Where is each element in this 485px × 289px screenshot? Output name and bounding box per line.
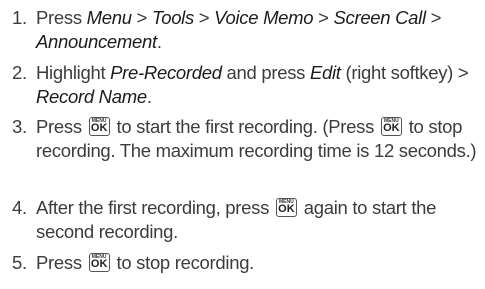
step-4: 4. After the first recording, press MENU…: [12, 196, 481, 244]
emphasized-term: Menu: [86, 7, 132, 28]
step-text-run: to stop recording.: [111, 252, 255, 273]
menu-ok-key-icon: MENU OK: [88, 253, 110, 272]
step-text-run: .: [146, 86, 152, 107]
step-text: After the first recording, press MENU OK …: [36, 196, 481, 244]
step-text: Highlight Pre-Recorded and press Edit (r…: [36, 61, 481, 109]
step-text-run: >: [193, 7, 215, 28]
menu-ok-key-icon: MENU OK: [380, 117, 402, 136]
step-text: Press MENU OK to start the first recordin…: [36, 115, 481, 163]
step-text-run: Highlight: [36, 62, 111, 83]
emphasized-term: Voice Memo: [214, 7, 314, 28]
step-3: 3. Press MENU OK to start the first recor…: [12, 115, 481, 163]
step-text: Press Menu > Tools > Voice Memo > Screen…: [36, 6, 481, 54]
step-text-run: Press: [36, 116, 87, 137]
key-main-label: OK: [278, 203, 295, 215]
key-main-label: OK: [383, 122, 400, 134]
step-text-run: Press: [36, 252, 87, 273]
step-number: 5.: [12, 252, 27, 273]
step-number: 4.: [12, 197, 27, 218]
step-text-run: >: [425, 7, 442, 28]
key-main-label: OK: [90, 122, 108, 134]
step-1: 1. Press Menu > Tools > Voice Memo > Scr…: [12, 6, 481, 54]
instruction-steps: 1. Press Menu > Tools > Voice Memo > Scr…: [0, 0, 485, 289]
step-number: 3.: [12, 116, 27, 137]
emphasized-term: Tools: [151, 7, 194, 28]
emphasized-term: Announcement: [36, 31, 157, 52]
key-main-label: OK: [90, 258, 108, 270]
emphasized-term: Screen Call: [333, 7, 426, 28]
step-text-run: >: [313, 7, 334, 28]
step-text-run: (right softkey) >: [340, 62, 469, 83]
step-text-run: Press: [36, 7, 87, 28]
step-text-run: .: [156, 31, 162, 52]
step-2: 2. Highlight Pre-Recorded and press Edit…: [12, 61, 481, 109]
step-text: Press MENU OK to stop recording.: [36, 251, 481, 275]
emphasized-term: Edit: [309, 62, 341, 83]
step-5: 5. Press MENU OK to stop recording.: [12, 251, 481, 275]
menu-ok-key-icon: MENU OK: [275, 198, 297, 217]
menu-ok-key-icon: MENU OK: [88, 117, 110, 136]
emphasized-term: Record Name: [36, 86, 147, 107]
step-text-run: >: [131, 7, 152, 28]
step-number: 1.: [12, 7, 27, 28]
step-text-run: and press: [221, 62, 310, 83]
step-number: 2.: [12, 62, 27, 83]
step-text-run: After the first recording, press: [36, 197, 274, 218]
emphasized-term: Pre-Recorded: [110, 62, 222, 83]
step-text-run: to start the first recording. (Press: [111, 116, 379, 137]
